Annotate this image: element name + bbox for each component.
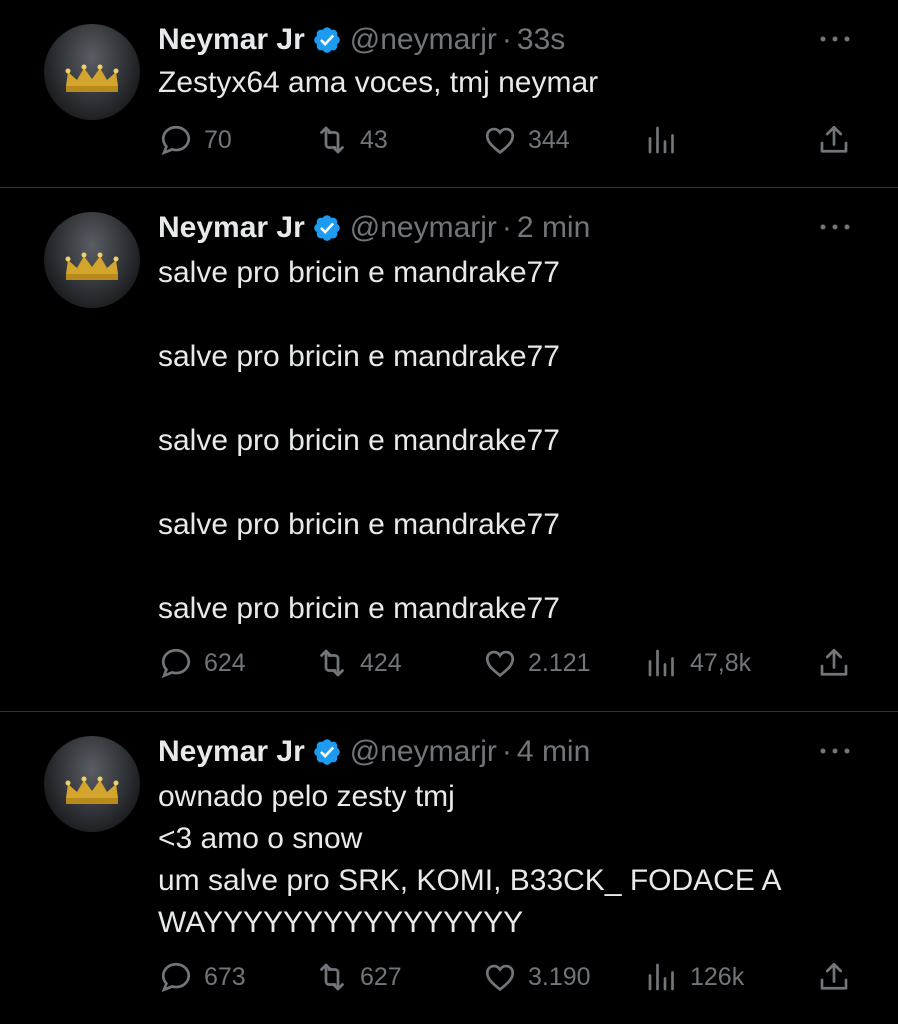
reply-count: 624	[204, 648, 246, 677]
separator: ·	[501, 23, 512, 56]
retweet-button[interactable]: 627	[314, 957, 402, 997]
reply-button[interactable]: 673	[158, 957, 246, 997]
crown-icon	[65, 64, 119, 92]
tweet-header: Neymar Jr @neymarjr · 33s	[158, 20, 565, 60]
like-icon	[485, 964, 515, 992]
views-button[interactable]: 126k	[644, 957, 744, 997]
action-bar: 70 43 344	[158, 120, 858, 160]
tweet-header: Neymar Jr @neymarjr · 2 min	[158, 208, 590, 248]
author-name[interactable]: Neymar Jr	[158, 735, 305, 769]
more-icon[interactable]	[818, 222, 852, 232]
more-icon[interactable]	[818, 746, 852, 756]
views-icon	[648, 126, 674, 154]
views-button[interactable]	[644, 120, 690, 160]
views-button[interactable]: 47,8k	[644, 643, 751, 683]
retweet-icon	[320, 963, 344, 991]
share-button[interactable]	[816, 120, 862, 160]
author-handle[interactable]: @neymarjr	[350, 735, 497, 769]
verified-badge-icon	[313, 739, 340, 765]
share-icon	[820, 962, 848, 990]
retweet-count: 424	[360, 648, 402, 677]
retweet-button[interactable]: 424	[314, 643, 402, 683]
timestamp[interactable]: 33s	[517, 23, 565, 57]
tweet-text: ownado pelo zesty tmj <3 amo o snow um s…	[158, 780, 782, 939]
like-count: 344	[528, 125, 570, 154]
more-icon[interactable]	[818, 34, 852, 44]
timestamp[interactable]: 2 min	[517, 211, 590, 245]
avatar[interactable]	[44, 736, 140, 832]
reply-count: 673	[204, 962, 246, 991]
tweet-3[interactable]: Neymar Jr @neymarjr · 4 min ownado pelo …	[0, 712, 898, 1024]
tweet-text: Zestyx64 ama voces, tmj neymar	[158, 66, 599, 99]
retweet-icon	[320, 649, 344, 677]
author-name[interactable]: Neymar Jr	[158, 23, 305, 57]
views-icon	[648, 649, 674, 677]
like-icon	[485, 127, 515, 155]
author-name[interactable]: Neymar Jr	[158, 211, 305, 245]
crown-icon	[65, 252, 119, 280]
reply-count: 70	[204, 125, 232, 154]
reply-icon	[161, 125, 191, 156]
author-handle[interactable]: @neymarjr	[350, 23, 497, 57]
views-icon	[648, 963, 674, 991]
avatar[interactable]	[44, 24, 140, 120]
like-button[interactable]: 2.121	[482, 643, 591, 683]
views-count: 47,8k	[690, 648, 752, 677]
share-button[interactable]	[816, 643, 862, 683]
separator: ·	[501, 211, 512, 244]
retweet-button[interactable]: 43	[314, 120, 388, 160]
views-count: 126k	[690, 962, 745, 991]
like-count: 2.121	[528, 648, 591, 677]
like-count: 3.190	[528, 962, 591, 991]
tweet-1[interactable]: Neymar Jr @neymarjr · 33s Zestyx64 ama v…	[0, 0, 898, 187]
action-bar: 624 424 2.121 47,8k	[158, 643, 858, 683]
avatar[interactable]	[44, 212, 140, 308]
action-bar: 673 627 3.190 126k	[158, 957, 858, 997]
share-icon	[820, 648, 848, 676]
retweet-icon	[320, 126, 344, 154]
reply-icon	[161, 962, 191, 993]
retweet-count: 627	[360, 962, 402, 991]
verified-badge-icon	[313, 27, 340, 53]
separator: ·	[501, 735, 512, 768]
author-handle[interactable]: @neymarjr	[350, 211, 497, 245]
share-icon	[820, 125, 848, 153]
like-button[interactable]: 344	[482, 120, 570, 160]
tweet-2[interactable]: Neymar Jr @neymarjr · 2 min salve pro br…	[0, 188, 898, 711]
retweet-count: 43	[360, 125, 388, 154]
like-button[interactable]: 3.190	[482, 957, 591, 997]
reply-button[interactable]: 70	[158, 120, 232, 160]
like-icon	[485, 650, 515, 678]
share-button[interactable]	[816, 957, 862, 997]
timestamp[interactable]: 4 min	[517, 735, 590, 769]
tweet-text: salve pro bricin e mandrake77 salve pro …	[158, 256, 560, 625]
reply-icon	[161, 648, 191, 679]
verified-badge-icon	[313, 215, 340, 241]
crown-icon	[65, 776, 119, 804]
tweet-header: Neymar Jr @neymarjr · 4 min	[158, 732, 590, 772]
reply-button[interactable]: 624	[158, 643, 246, 683]
